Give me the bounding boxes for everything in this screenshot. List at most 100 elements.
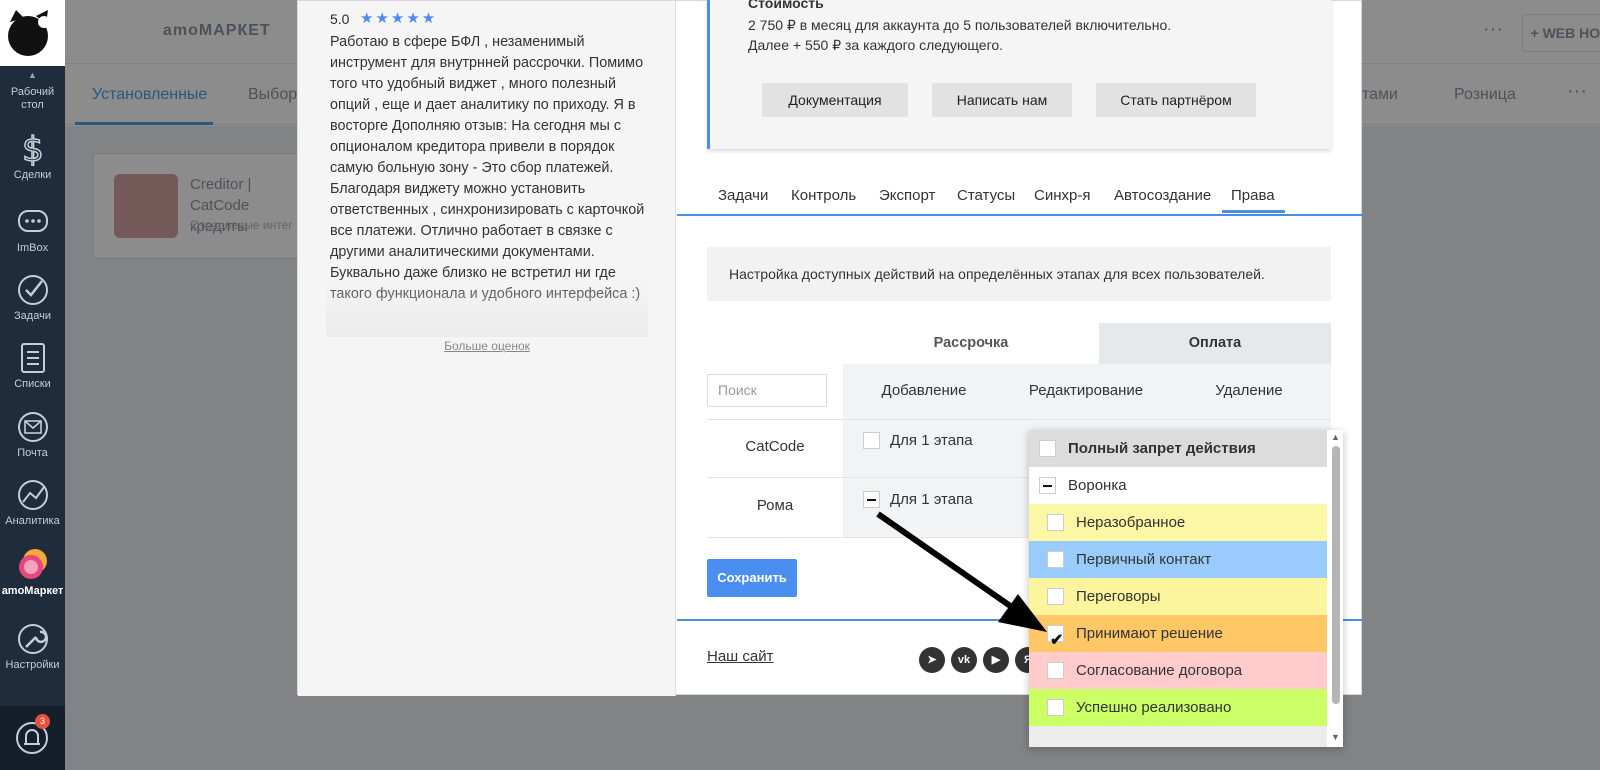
- dropdown-item-deciding[interactable]: ✔ Принимают решение: [1029, 615, 1327, 652]
- row-user-name: Рома: [756, 497, 794, 514]
- tab-export[interactable]: Экспорт: [879, 187, 935, 204]
- sidebar-item-settings[interactable]: Настройки: [0, 622, 65, 671]
- stage-checkbox-partial[interactable]: [863, 491, 880, 508]
- reviews-panel: 5.0 ★★★★★ Работаю в сфере БФЛ , незамени…: [298, 1, 676, 696]
- tab-control[interactable]: Контроль: [791, 187, 856, 204]
- sidebar-item-label: Сделки: [13, 169, 52, 181]
- sidebar-item-amomarket[interactable]: amoМаркет: [0, 548, 65, 597]
- tab-tasks[interactable]: Задачи: [718, 187, 768, 204]
- wrench-icon: [17, 624, 48, 654]
- more-ratings-link[interactable]: Больше оценок: [298, 339, 676, 353]
- telegram-icon[interactable]: ➤: [919, 647, 945, 673]
- become-partner-button[interactable]: Стать партнёром: [1096, 83, 1256, 117]
- dropdown-checkbox[interactable]: [1047, 662, 1064, 679]
- rating-value: 5.0: [330, 11, 350, 27]
- user-search-input[interactable]: Поиск: [707, 374, 827, 407]
- dropdown-item-success[interactable]: Успешно реализовано: [1029, 689, 1327, 726]
- settings-tabs: Задачи Контроль Экспорт Статусы Синхр-я …: [677, 183, 1363, 216]
- dropdown-scrollbar[interactable]: ▲ ▼: [1329, 430, 1343, 747]
- logo-area[interactable]: [0, 0, 65, 66]
- stage-select[interactable]: Для 1 этапа: [890, 432, 973, 449]
- our-site-link[interactable]: Наш сайт: [707, 648, 773, 665]
- dropdown-checkbox[interactable]: [1047, 514, 1064, 531]
- dropdown-checkbox[interactable]: [1047, 699, 1064, 716]
- sidebar-item-label: Списки: [14, 378, 51, 390]
- dropdown-item-full-deny[interactable]: Полный запрет действия: [1029, 430, 1327, 467]
- tab-rights[interactable]: Права: [1231, 187, 1275, 204]
- dropdown-item-label: Согласование договора: [1076, 662, 1243, 679]
- analytics-chart-icon: [17, 480, 48, 510]
- price-line-1: 2 750 ₽ в месяц для аккаунта до 5 пользо…: [748, 17, 1172, 33]
- contact-us-button[interactable]: Написать нам: [932, 83, 1072, 117]
- tab-statuses[interactable]: Статусы: [957, 187, 1015, 204]
- amocrm-logo-icon: [8, 10, 50, 56]
- checkmark-circle-icon: [17, 275, 48, 305]
- dropdown-checkbox[interactable]: [1047, 588, 1064, 605]
- price-title: Стоимость: [748, 0, 824, 11]
- scroll-down-arrow-icon[interactable]: ▼: [1331, 732, 1340, 742]
- sidebar-item-deals[interactable]: $ Сделки: [0, 132, 65, 181]
- stage-checkbox[interactable]: [863, 432, 880, 449]
- sidebar-item-label: Задачи: [14, 310, 51, 322]
- amomarket-icon: [18, 549, 47, 579]
- column-delete: Удаление: [1215, 382, 1283, 399]
- main-sidebar: ▲ Рабочий стол $ Сделки ImBox Задачи Спи…: [0, 0, 65, 770]
- scrollbar-thumb[interactable]: [1332, 446, 1340, 704]
- dropdown-item-label: Воронка: [1068, 477, 1127, 494]
- sidebar-scroll-up-icon[interactable]: ▲: [0, 70, 65, 80]
- price-box: Стоимость 2 750 ₽ в месяц для аккаунта д…: [707, 0, 1331, 149]
- dropdown-item-label: Переговоры: [1076, 588, 1161, 605]
- dropdown-item-label: Полный запрет действия: [1068, 440, 1256, 457]
- dropdown-checkbox-partial[interactable]: [1039, 477, 1056, 494]
- dropdown-item-label: Неразобранное: [1076, 514, 1186, 531]
- dropdown-item-first-contact[interactable]: Первичный контакт: [1029, 541, 1327, 578]
- sidebar-item-label: amoМаркет: [1, 585, 64, 597]
- review-fade: [326, 277, 648, 337]
- documentation-button[interactable]: Документация: [762, 83, 908, 117]
- vk-icon[interactable]: vk: [951, 647, 977, 673]
- column-add: Добавление: [881, 382, 967, 399]
- dropdown-item-partial[interactable]: [1029, 726, 1327, 747]
- sidebar-item-label: Почта: [17, 447, 48, 459]
- rating-stars-icon: ★★★★★: [360, 10, 438, 27]
- sidebar-item-tasks[interactable]: Задачи: [0, 273, 65, 322]
- stage-dropdown: Полный запрет действия Воронка Неразобра…: [1029, 430, 1343, 747]
- column-edit: Редактирование: [1028, 382, 1144, 399]
- sidebar-item-label: Аналитика: [5, 515, 60, 527]
- sidebar-item-label: Настройки: [5, 659, 60, 671]
- group-installment[interactable]: Рассрочка: [843, 323, 1099, 364]
- dropdown-item-unsorted[interactable]: Неразобранное: [1029, 504, 1327, 541]
- price-line-2: Далее + 550 ₽ за каждого следующего.: [748, 37, 1004, 53]
- sidebar-item-desktop[interactable]: Рабочий стол: [0, 86, 65, 112]
- sidebar-item-analytics[interactable]: Аналитика: [0, 478, 65, 527]
- dropdown-checkbox[interactable]: [1039, 440, 1056, 457]
- sidebar-item-imbox[interactable]: ImBox: [0, 205, 65, 254]
- dropdown-item-label: Успешно реализовано: [1076, 699, 1232, 716]
- dollar-icon: $: [21, 132, 44, 166]
- tab-autocreate[interactable]: Автосоздание: [1114, 187, 1211, 204]
- scroll-up-arrow-icon[interactable]: ▲: [1331, 432, 1340, 442]
- group-payment[interactable]: Оплата: [1099, 323, 1331, 364]
- youtube-icon[interactable]: ▶: [983, 647, 1009, 673]
- dropdown-checkbox[interactable]: [1047, 551, 1064, 568]
- list-document-icon: [20, 343, 45, 373]
- sidebar-item-label: ImBox: [16, 242, 49, 254]
- svg-text:$: $: [22, 132, 44, 166]
- stage-select[interactable]: Для 1 этапа: [890, 491, 973, 508]
- rights-info: Настройка доступных действий на определё…: [707, 247, 1331, 301]
- mail-envelope-icon: [17, 412, 48, 442]
- dropdown-item-negotiations[interactable]: Переговоры: [1029, 578, 1327, 615]
- notifications-button[interactable]: 3: [0, 706, 65, 770]
- chat-bubble-icon: [17, 210, 48, 232]
- sidebar-item-mail[interactable]: Почта: [0, 410, 65, 459]
- tab-sync[interactable]: Синхр-я: [1034, 187, 1090, 204]
- dropdown-item-label: Принимают решение: [1076, 625, 1223, 642]
- dropdown-item-contract-approval[interactable]: Согласование договора: [1029, 652, 1327, 689]
- save-button[interactable]: Сохранить: [707, 559, 797, 597]
- notifications-count-badge: 3: [35, 714, 50, 729]
- sidebar-item-lists[interactable]: Списки: [0, 341, 65, 390]
- dropdown-checkbox-checked[interactable]: ✔: [1047, 625, 1064, 649]
- sidebar-item-label: Рабочий стол: [10, 86, 55, 111]
- dropdown-item-pipeline[interactable]: Воронка: [1029, 467, 1327, 504]
- row-user-name: CatCode: [745, 438, 805, 455]
